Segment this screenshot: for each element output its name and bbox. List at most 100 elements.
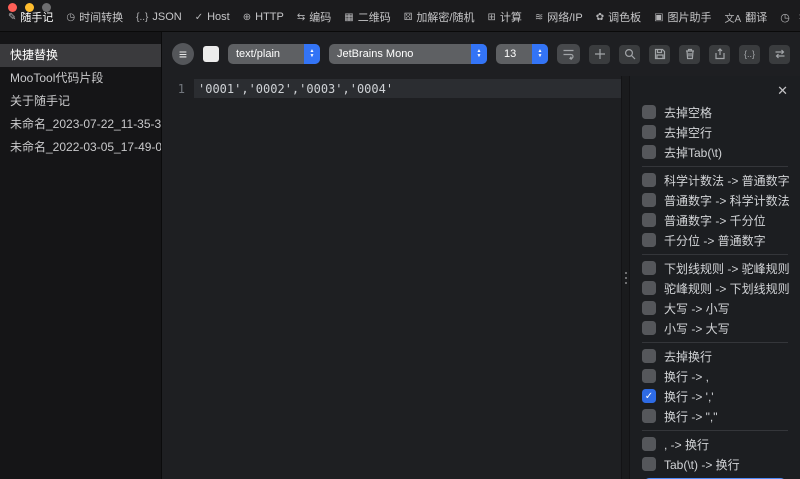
tab-JSON[interactable]: {..} JSON (136, 11, 182, 23)
toolbar-checkbox[interactable] (203, 46, 219, 62)
hamburger-icon: ≡ (178, 46, 188, 62)
tab-HTTP[interactable]: ⊕ HTTP (243, 11, 284, 23)
editor-workspace: ≡ text/plain ▲ ▼ JetBrains Mono ▲ ▼ 13 ▲ ▼ (162, 32, 800, 479)
option-label: 下划线规则 -> 驼峰规则 (664, 261, 790, 276)
option-group: ✓ 下划线规则 -> 驼峰规则 ✓ 驼峰规则 -> 下划线规则 ✓ 大写 -> 小写 ✓ 小写… (642, 254, 790, 342)
replace-option[interactable]: ✓ 小写 -> 大写 (642, 321, 788, 336)
content-type-select[interactable]: text/plain ▲ ▼ (228, 44, 320, 64)
tab-label: 二维码 (357, 12, 391, 24)
checkbox-icon[interactable]: ✓ (642, 233, 656, 247)
tab-label: 编码 (309, 12, 332, 24)
replace-option[interactable]: ✓ 大写 -> 小写 (642, 301, 788, 316)
history-icon[interactable]: ◷ (780, 11, 790, 24)
delete-button[interactable] (679, 44, 700, 64)
font-size-select[interactable]: 13 ▲ ▼ (496, 44, 548, 64)
checkbox-icon[interactable]: ✓ (642, 281, 656, 295)
wifi-icon: ≋ (534, 11, 544, 23)
close-panel-button[interactable]: ✕ (777, 82, 788, 99)
sidebar-item[interactable]: 未命名_2023-07-22_11-35-35 (0, 113, 161, 136)
checkbox-icon[interactable]: ✓ (642, 173, 656, 187)
sidebar-item[interactable]: MooTool代码片段 (0, 67, 161, 90)
tab-label: JSON (152, 11, 182, 23)
tab-调色板[interactable]: ✿ 调色板 (596, 9, 641, 25)
export-button[interactable] (709, 44, 730, 64)
replace-option[interactable]: ✓ 去掉空格 (642, 105, 788, 120)
replace-option[interactable]: ✓ 去掉空行 (642, 125, 788, 140)
braces-icon: {..} (136, 11, 149, 23)
line-number: 1 (177, 81, 185, 96)
replace-option[interactable]: ✓ Tab(\t) -> 换行 (642, 457, 788, 472)
tab-翻译[interactable]: 文A 翻译 (725, 9, 768, 25)
add-button[interactable] (589, 44, 610, 64)
replace-option[interactable]: ✓ 换行 -> "," (642, 409, 788, 424)
close-window-button[interactable] (8, 3, 17, 12)
replace-option[interactable]: ✓ 换行 -> , (642, 369, 788, 384)
checkbox-icon[interactable]: ✓ (642, 105, 656, 119)
font-name-select[interactable]: JetBrains Mono ▲ ▼ (329, 44, 487, 64)
replace-icon (775, 49, 784, 59)
font-size-value: 13 (504, 48, 517, 60)
replace-option[interactable]: ✓ 驼峰规则 -> 下划线规则 (642, 281, 790, 296)
checkbox-icon[interactable]: ✓ (642, 125, 656, 139)
notes-sidebar: 快捷替换 MooTool代码片段 关于随手记 未命名_2023-07-22_11-35… (0, 32, 162, 479)
panel-splitter[interactable] (621, 76, 630, 479)
search-button[interactable] (619, 44, 640, 64)
replace-option[interactable]: ✓ , -> 换行 (642, 437, 788, 452)
checkbox-icon[interactable]: ✓ (642, 457, 656, 471)
sidebar-item[interactable]: 关于随手记 (0, 90, 161, 113)
tab-二维码[interactable]: ▦ 二维码 (344, 9, 390, 25)
close-icon: ✕ (777, 83, 788, 98)
tab-网络/IP[interactable]: ≋ 网络/IP (535, 9, 583, 25)
tabbar-overflow: ◷›⌄ (780, 11, 800, 24)
tab-时间转换[interactable]: ◷ 时间转换 (66, 9, 123, 25)
replace-button[interactable] (769, 44, 790, 64)
minimize-window-button[interactable] (25, 3, 34, 12)
drag-handle-icon (624, 281, 627, 284)
checkbox-icon[interactable]: ✓ (642, 213, 656, 227)
replace-option[interactable]: ✓ 去掉Tab(\t) (642, 145, 788, 160)
checkbox-icon[interactable]: ✓ (642, 321, 656, 335)
tab-计算[interactable]: ⊞ 计算 (487, 9, 521, 25)
checkbox-checked-icon[interactable]: ✓ (642, 389, 656, 403)
checkbox-icon[interactable]: ✓ (642, 409, 656, 423)
zoom-disabled-window-button[interactable] (42, 3, 51, 12)
checkbox-icon[interactable]: ✓ (642, 301, 656, 315)
option-label: 普通数字 -> 千分位 (664, 213, 766, 228)
image-icon: ▣ (654, 11, 664, 23)
tab-加解密/随机[interactable]: ⚄ 加解密/随机 (404, 9, 475, 25)
editor-line: 1 '0001','0002','0003','0004' (162, 79, 621, 98)
checkbox-icon[interactable]: ✓ (642, 349, 656, 363)
replace-option[interactable]: ✓ 普通数字 -> 千分位 (642, 213, 788, 228)
sidebar-item[interactable]: 快捷替换 (0, 44, 161, 67)
replace-option[interactable]: ✓ 科学计数法 -> 普通数字 (642, 173, 790, 188)
word-wrap-button[interactable] (557, 44, 580, 64)
window-titlebar: ✎ 随手记 ◷ 时间转换 {..} JSON ✓ Host ⊕ HTTP ⇆ 编码 ▦ 二维码 ⚄ 加解密/随… (0, 0, 800, 32)
tab-编码[interactable]: ⇆ 编码 (297, 9, 331, 25)
option-group: ✓ 去掉换行 ✓ 换行 -> , ✓ 换行 -> ',' ✓ 换行 -> "," (642, 342, 788, 430)
option-label: 去掉Tab(\t) (664, 145, 723, 160)
sidebar-item[interactable]: 未命名_2022-03-05_17-49-00 (0, 136, 161, 159)
checkbox-icon[interactable]: ✓ (642, 261, 656, 275)
option-label: 千分位 -> 普通数字 (664, 233, 766, 248)
replace-option[interactable]: ✓ 去掉换行 (642, 349, 788, 364)
replace-option[interactable]: ✓ 换行 -> ',' (642, 389, 788, 404)
save-button[interactable] (649, 44, 670, 64)
checkbox-icon[interactable]: ✓ (642, 145, 656, 159)
checkbox-icon[interactable]: ✓ (642, 437, 656, 451)
option-group: ✓ 去掉空格 ✓ 去掉空行 ✓ 去掉Tab(\t) (642, 99, 788, 166)
text-editor[interactable]: 1 '0001','0002','0003','0004' (162, 76, 621, 479)
menu-button[interactable]: ≡ (172, 43, 194, 65)
checkbox-icon[interactable]: ✓ (642, 193, 656, 207)
replace-option[interactable]: ✓ 普通数字 -> 科学计数法 (642, 193, 790, 208)
dice-icon: ⚄ (403, 11, 413, 23)
replace-option[interactable]: ✓ 千分位 -> 普通数字 (642, 233, 788, 248)
tab-Host[interactable]: ✓ Host (195, 11, 230, 23)
tab-label: HTTP (255, 11, 284, 23)
tab-图片助手[interactable]: ▣ 图片助手 (654, 9, 711, 25)
replace-option[interactable]: ✓ 下划线规则 -> 驼峰规则 (642, 261, 790, 276)
export-icon (714, 48, 725, 60)
drag-handle-icon (624, 271, 627, 274)
format-braces-button[interactable]: {..} (739, 44, 760, 64)
checkbox-icon[interactable]: ✓ (642, 369, 656, 383)
calculator-icon: ⊞ (487, 11, 496, 23)
